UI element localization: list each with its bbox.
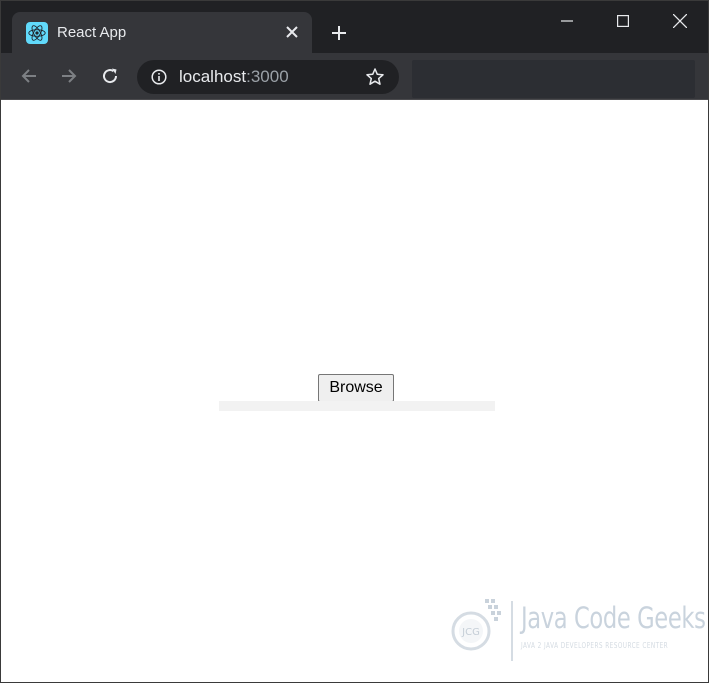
tab-title: React App [57, 24, 127, 41]
forward-arrow-icon[interactable] [56, 63, 82, 89]
watermark: JCG Java Code Geeks JAVA 2 JAVA DEVELOPE… [449, 593, 706, 663]
address-bar[interactable]: localhost:3000 [137, 60, 399, 94]
maximize-icon[interactable] [603, 7, 643, 35]
watermark-logo-text: Java Code Geeks [521, 601, 706, 635]
star-icon[interactable] [365, 67, 385, 87]
watermark-tagline: JAVA 2 JAVA DEVELOPERS RESOURCE CENTER [521, 641, 669, 650]
window-close-icon[interactable] [660, 7, 700, 35]
plus-icon[interactable] [327, 21, 351, 45]
tab-strip: React App [1, 1, 708, 53]
url-port: :3000 [246, 67, 289, 86]
url-text: localhost:3000 [179, 67, 289, 87]
jcg-badge: JCG [461, 627, 480, 638]
react-favicon-icon [26, 22, 48, 44]
browser-window: React App localhost:3000 Browse JCG Java… [0, 0, 709, 683]
minimize-icon[interactable] [547, 7, 587, 35]
jcg-logo-icon: JCG [451, 599, 513, 661]
upload-strip [219, 401, 495, 411]
extensions-area [412, 60, 695, 98]
browser-toolbar: localhost:3000 [1, 53, 708, 100]
back-arrow-icon[interactable] [16, 63, 42, 89]
tab-react-app[interactable]: React App [12, 12, 312, 53]
reload-icon[interactable] [97, 63, 123, 89]
browse-button[interactable]: Browse [318, 374, 394, 402]
url-host: localhost [179, 67, 247, 86]
close-icon[interactable] [282, 22, 302, 42]
info-icon[interactable] [151, 69, 167, 85]
page-content: Browse JCG Java Code Geeks JAVA 2 JAVA D… [1, 101, 708, 682]
